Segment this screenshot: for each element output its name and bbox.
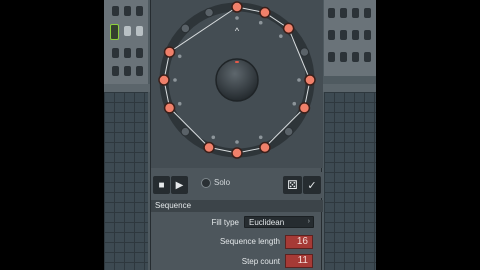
step-pad[interactable]: [364, 8, 371, 18]
polygon-vertex: [177, 54, 182, 59]
channel-rack-left: [104, 0, 148, 88]
polygon-vertex: [173, 78, 177, 82]
polygon-vertex: [235, 140, 239, 144]
fill-type-label: Fill type: [211, 218, 239, 227]
step-dot-inactive[interactable]: [204, 7, 214, 18]
start-marker-icon: ^: [235, 26, 240, 36]
play-button[interactable]: ▶: [171, 176, 188, 194]
step-pad[interactable]: [124, 66, 131, 76]
piano-roll-grid-left[interactable]: [104, 92, 148, 270]
piano-roll-grid-right[interactable]: [324, 92, 376, 270]
step-pad[interactable]: [352, 30, 359, 40]
step-wheel-area: ^: [151, 0, 323, 168]
step-dot-active[interactable]: [282, 22, 295, 35]
step-pad[interactable]: [136, 48, 143, 58]
sequence-length-label: Sequence length: [219, 237, 280, 246]
polygon-vertex: [292, 101, 297, 106]
step-pad[interactable]: [340, 30, 347, 40]
polygon-vertex: [177, 101, 182, 106]
step-pad[interactable]: [136, 66, 143, 76]
step-pad[interactable]: [328, 8, 335, 18]
stop-icon: ■: [158, 179, 165, 191]
step-pad[interactable]: [136, 6, 143, 16]
polygon-vertex: [258, 20, 263, 25]
step-dot-active[interactable]: [304, 74, 316, 86]
step-dot-active[interactable]: [158, 74, 170, 86]
step-pad[interactable]: [112, 66, 119, 76]
step-pad[interactable]: [364, 30, 371, 40]
stop-button[interactable]: ■: [153, 176, 170, 194]
step-dot-inactive[interactable]: [283, 126, 294, 137]
step-pad[interactable]: [340, 52, 347, 62]
step-dot-active[interactable]: [259, 6, 271, 19]
accept-button[interactable]: ✓: [303, 176, 321, 194]
section-title: Sequence: [155, 201, 192, 210]
letterbox-left: [0, 0, 104, 270]
channel-select-light[interactable]: [110, 24, 119, 40]
step-dot-active[interactable]: [298, 102, 311, 114]
step-pad[interactable]: [136, 26, 143, 36]
step-dot-active[interactable]: [163, 46, 176, 58]
channel-rack-right: [324, 0, 376, 76]
solo-label: Solo: [214, 178, 231, 187]
step-dot-active[interactable]: [231, 147, 243, 159]
sequence-length-field[interactable]: 16: [285, 235, 313, 249]
step-pad[interactable]: [124, 48, 131, 58]
step-pad[interactable]: [352, 52, 359, 62]
step-pad[interactable]: [364, 52, 371, 62]
fill-type-select[interactable]: Euclidean ›: [244, 216, 314, 228]
step-dot-active[interactable]: [203, 141, 215, 154]
step-count-label: Step count: [241, 257, 280, 266]
chevron-right-icon: ›: [307, 218, 310, 225]
transport-toolbar: ■ ▶ Solo ⚄ ✓: [151, 172, 323, 198]
step-pad[interactable]: [340, 8, 347, 18]
step-pad[interactable]: [328, 30, 335, 40]
polygon-vertex: [297, 78, 301, 82]
sequence-section-header[interactable]: Sequence: [151, 200, 323, 212]
fill-type-value: Euclidean: [249, 218, 285, 227]
step-pad[interactable]: [328, 52, 335, 62]
check-icon: ✓: [307, 179, 317, 192]
letterbox-right: [376, 0, 480, 270]
polygon-vertex: [279, 34, 283, 38]
step-pad[interactable]: [124, 6, 131, 16]
polygon-vertex: [235, 16, 239, 20]
randomize-button[interactable]: ⚄: [283, 176, 302, 194]
step-dot-active[interactable]: [163, 102, 176, 114]
step-wheel[interactable]: ^: [151, 0, 323, 168]
rotate-knob[interactable]: [215, 58, 259, 102]
step-dot-inactive[interactable]: [180, 23, 191, 34]
step-dot-active[interactable]: [231, 1, 243, 13]
polygon-vertex: [258, 135, 263, 140]
play-icon: ▶: [175, 179, 184, 191]
step-pad[interactable]: [112, 48, 119, 58]
step-pad[interactable]: [124, 26, 131, 36]
riff-machine-panel: ^ ■ ▶ Solo ⚄ ✓ Sequence Fill type Euclid…: [150, 0, 323, 270]
knob-indicator: [235, 61, 239, 63]
dice-icon: ⚄: [287, 178, 298, 192]
solo-radio[interactable]: [201, 178, 211, 188]
polygon-vertex: [211, 135, 216, 140]
step-dot-inactive[interactable]: [299, 47, 310, 57]
step-dot-inactive[interactable]: [180, 126, 191, 137]
step-count-field[interactable]: 11: [285, 254, 313, 268]
step-dot-active[interactable]: [259, 141, 271, 154]
step-pad[interactable]: [112, 6, 119, 16]
step-pad[interactable]: [352, 8, 359, 18]
